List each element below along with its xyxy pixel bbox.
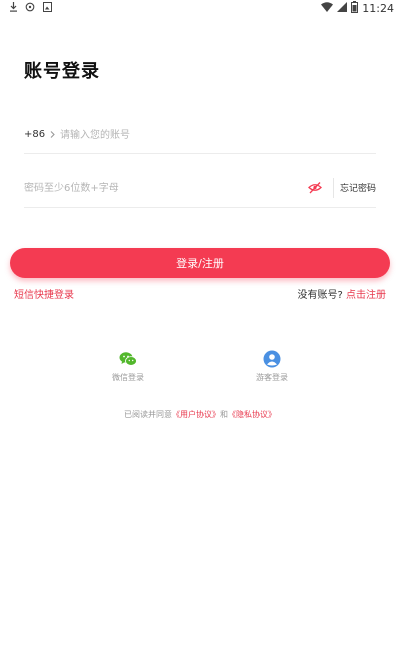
sync-icon (25, 2, 35, 12)
forgot-password-link[interactable]: 忘记密码 (340, 181, 376, 194)
wifi-icon (321, 2, 334, 15)
password-field-row: 忘记密码 (24, 172, 376, 208)
sms-login-link[interactable]: 短信快捷登录 (14, 286, 74, 301)
phone-field-row: +86 (24, 120, 376, 154)
image-icon (42, 2, 52, 12)
account-input[interactable] (60, 126, 340, 144)
status-bar: 11:24 (0, 0, 400, 16)
agreement-conjunction: 和 (220, 410, 228, 419)
eye-closed-icon[interactable] (308, 181, 322, 195)
page-title: 账号登录 (24, 61, 100, 82)
wechat-login-button[interactable]: 微信登录 (98, 350, 158, 383)
field-divider (333, 178, 334, 198)
country-code-selector[interactable]: +86 (24, 129, 57, 140)
agreement-prefix: 已阅读并同意 (124, 410, 172, 419)
download-icon (8, 2, 18, 12)
chevron-right-icon (50, 131, 55, 138)
signal-icon (337, 2, 348, 15)
agreement-notice: 已阅读并同意《用户协议》和《隐私协议》 (0, 409, 400, 420)
user-agreement-link[interactable]: 《用户协议》 (172, 410, 220, 419)
register-link[interactable]: 点击注册 (346, 290, 386, 301)
register-row: 没有账号? 点击注册 (298, 286, 387, 301)
country-code-label: +86 (24, 129, 46, 140)
password-input[interactable] (24, 179, 294, 197)
guest-login-button[interactable]: 游客登录 (242, 350, 302, 383)
wechat-login-label: 微信登录 (112, 373, 144, 382)
privacy-policy-link[interactable]: 《隐私协议》 (228, 410, 276, 419)
status-right-icons: 11:24 (321, 1, 394, 16)
guest-login-label: 游客登录 (256, 373, 288, 382)
battery-icon (351, 1, 359, 16)
no-account-label: 没有账号? (297, 290, 343, 301)
user-icon (263, 350, 281, 368)
wechat-icon (119, 352, 137, 366)
login-register-button[interactable]: 登录/注册 (10, 248, 390, 278)
status-time: 11:24 (362, 2, 394, 15)
status-left-icons (8, 2, 52, 12)
